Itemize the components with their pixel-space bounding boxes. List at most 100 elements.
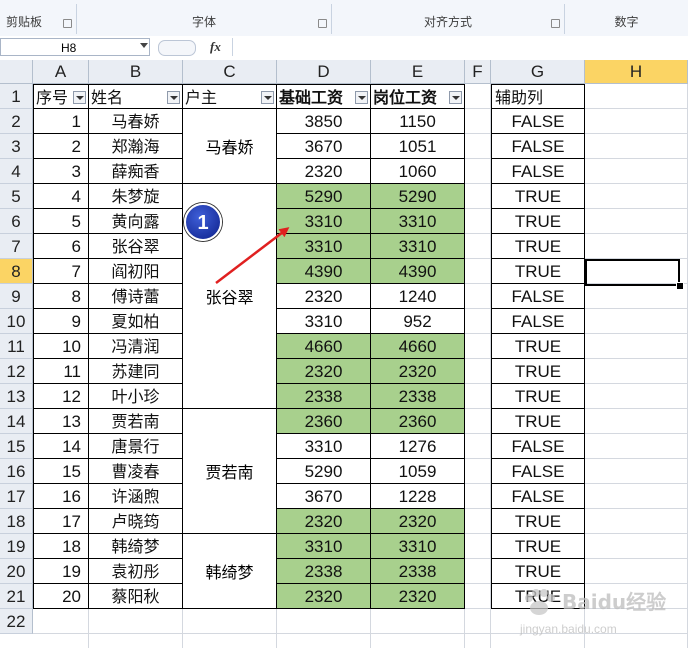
cell-post-salary[interactable]: 2320 [371,584,465,609]
row-header-16[interactable]: 16 [0,459,33,484]
cell-base-salary[interactable]: 3310 [277,534,371,559]
header-seq[interactable]: 序号 [33,84,89,109]
row-header-17[interactable]: 17 [0,484,33,509]
cell-post-salary[interactable]: 2320 [371,509,465,534]
row-header-18[interactable]: 18 [0,509,33,534]
cell-name[interactable]: 贾若南 [89,409,183,434]
cell-name[interactable]: 薛痴香 [89,159,183,184]
row-header-15[interactable]: 15 [0,434,33,459]
cell-name[interactable]: 冯清润 [89,334,183,359]
filter-dropdown-icon[interactable] [167,91,180,104]
cell-base-salary[interactable]: 2320 [277,359,371,384]
row-header-4[interactable]: 4 [0,159,33,184]
cell-seq[interactable]: 13 [33,409,89,434]
formula-input[interactable] [232,38,688,56]
column-header-H[interactable]: H [585,60,688,84]
row-header-22[interactable]: 22 [0,609,33,634]
row-header-12[interactable]: 12 [0,359,33,384]
cell-helper[interactable]: TRUE [491,209,585,234]
merged-host-cell[interactable]: 韩绮梦 [183,534,277,609]
merged-host-cell[interactable]: 贾若南 [183,409,277,534]
cell-post-salary[interactable]: 1276 [371,434,465,459]
cell-name[interactable]: 夏如柏 [89,309,183,334]
row-header-19[interactable]: 19 [0,534,33,559]
column-header-C[interactable]: C [183,60,277,84]
cell-base-salary[interactable]: 3310 [277,234,371,259]
cell-seq[interactable]: 9 [33,309,89,334]
cell-name[interactable]: 苏建同 [89,359,183,384]
cell-name[interactable]: 唐景行 [89,434,183,459]
font-launcher-icon[interactable] [318,19,327,28]
column-header-D[interactable]: D [277,60,371,84]
cell-post-salary[interactable]: 1228 [371,484,465,509]
cell-base-salary[interactable]: 5290 [277,184,371,209]
header-helper[interactable]: 辅助列 [491,84,585,109]
header-name[interactable]: 姓名 [89,84,183,109]
row-header-5[interactable]: 5 [0,184,33,209]
row-header-1[interactable]: 1 [0,84,33,109]
clipboard-launcher-icon[interactable] [63,19,72,28]
row-header-13[interactable]: 13 [0,384,33,409]
row-header-9[interactable]: 9 [0,284,33,309]
cell-helper[interactable]: TRUE [491,184,585,209]
cell-base-salary[interactable]: 3670 [277,134,371,159]
cell-base-salary[interactable]: 3310 [277,434,371,459]
row-header-8[interactable]: 8 [0,259,33,284]
cell-helper[interactable]: FALSE [491,159,585,184]
row-header-3[interactable]: 3 [0,134,33,159]
row-header-14[interactable]: 14 [0,409,33,434]
cell-name[interactable]: 黄向露 [89,209,183,234]
cell-post-salary[interactable]: 1051 [371,134,465,159]
fill-handle[interactable] [676,282,684,290]
cell-helper[interactable]: TRUE [491,534,585,559]
column-header-F[interactable]: F [465,60,491,84]
cell-base-salary[interactable]: 3670 [277,484,371,509]
cell-base-salary[interactable]: 5290 [277,459,371,484]
column-header-B[interactable]: B [89,60,183,84]
cell-name[interactable]: 马春娇 [89,109,183,134]
cell-post-salary[interactable]: 4390 [371,259,465,284]
cell-helper[interactable]: TRUE [491,409,585,434]
cell-name[interactable]: 叶小珍 [89,384,183,409]
cell-seq[interactable]: 10 [33,334,89,359]
cell-name[interactable]: 郑瀚海 [89,134,183,159]
cell-post-salary[interactable]: 4660 [371,334,465,359]
cell-base-salary[interactable]: 2360 [277,409,371,434]
cell-helper[interactable]: TRUE [491,359,585,384]
cell-seq[interactable]: 14 [33,434,89,459]
cell-name[interactable]: 袁初彤 [89,559,183,584]
cell-helper[interactable]: TRUE [491,334,585,359]
cell-post-salary[interactable]: 3310 [371,234,465,259]
row-header-7[interactable]: 7 [0,234,33,259]
cell-name[interactable]: 阎初阳 [89,259,183,284]
cell-helper[interactable]: FALSE [491,134,585,159]
cell-base-salary[interactable]: 4660 [277,334,371,359]
cell-helper[interactable]: TRUE [491,384,585,409]
cell-helper[interactable]: TRUE [491,259,585,284]
cell-seq[interactable]: 5 [33,209,89,234]
cell-base-salary[interactable]: 3850 [277,109,371,134]
cell-name[interactable]: 张谷翠 [89,234,183,259]
alignment-launcher-icon[interactable] [551,19,560,28]
cell-base-salary[interactable]: 2320 [277,284,371,309]
header-host[interactable]: 户主 [183,84,277,109]
cell-name[interactable]: 韩绮梦 [89,534,183,559]
cell-name[interactable]: 傅诗蕾 [89,284,183,309]
cell-helper[interactable]: FALSE [491,459,585,484]
cell-name[interactable]: 许涵煦 [89,484,183,509]
column-header-E[interactable]: E [371,60,465,84]
cell-post-salary[interactable]: 952 [371,309,465,334]
column-header-A[interactable]: A [33,60,89,84]
cell-seq[interactable]: 18 [33,534,89,559]
cell-post-salary[interactable]: 3310 [371,534,465,559]
cell-seq[interactable]: 12 [33,384,89,409]
formula-bar-resize-handle[interactable] [158,40,196,56]
cell-name[interactable]: 蔡阳秋 [89,584,183,609]
cell-helper[interactable]: FALSE [491,284,585,309]
cell-helper[interactable]: TRUE [491,509,585,534]
name-box[interactable]: H8 [0,38,150,56]
cell-helper[interactable]: FALSE [491,309,585,334]
filter-dropdown-icon[interactable] [355,91,368,104]
cell-helper[interactable]: FALSE [491,109,585,134]
row-header-20[interactable]: 20 [0,559,33,584]
